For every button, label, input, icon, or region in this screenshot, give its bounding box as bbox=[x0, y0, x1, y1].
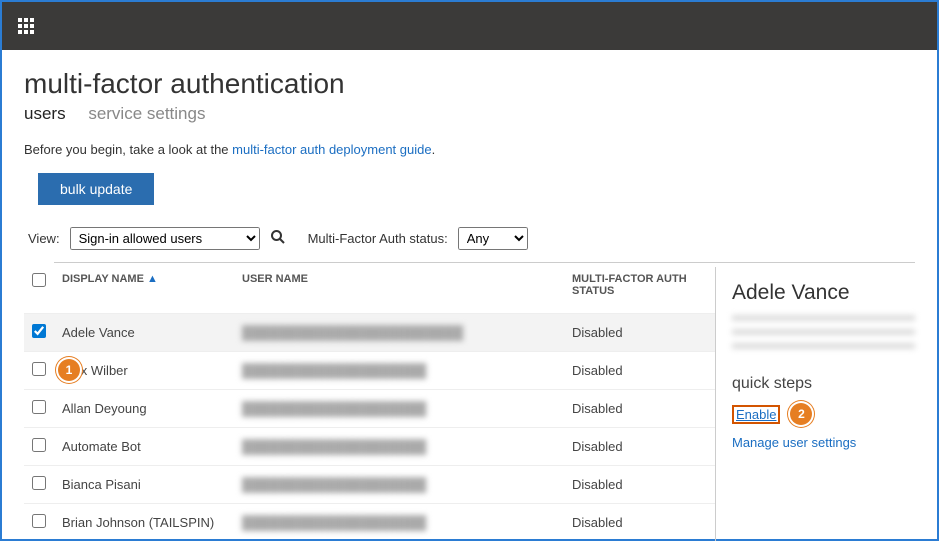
intro-prefix: Before you begin, take a look at the bbox=[24, 142, 232, 157]
callout-1: 1 bbox=[58, 359, 80, 381]
cell-status: Disabled bbox=[564, 466, 715, 504]
cell-status: Disabled bbox=[564, 428, 715, 466]
sort-asc-icon: ▲ bbox=[147, 273, 158, 285]
tab-users[interactable]: users bbox=[24, 104, 66, 123]
callout-2: 2 bbox=[790, 403, 812, 425]
view-select[interactable]: Sign-in allowed users bbox=[70, 227, 260, 250]
search-icon[interactable] bbox=[270, 229, 286, 248]
cell-user-name: ████████████████████ bbox=[234, 390, 564, 428]
cell-user-name: ████████████████████████ bbox=[234, 314, 564, 352]
top-bar bbox=[2, 2, 937, 50]
deployment-guide-link[interactable]: multi-factor auth deployment guide bbox=[232, 142, 431, 157]
table-row[interactable]: Bianca Pisani████████████████████Disable… bbox=[24, 466, 715, 504]
cell-user-name: ████████████████████ bbox=[234, 352, 564, 390]
cell-user-name: ████████████████████ bbox=[234, 428, 564, 466]
cell-user-name: ████████████████████ bbox=[234, 466, 564, 504]
bulk-update-button[interactable]: bulk update bbox=[38, 173, 154, 205]
detail-user-info bbox=[732, 315, 915, 357]
cell-status: Disabled bbox=[564, 314, 715, 352]
row-checkbox[interactable] bbox=[32, 324, 46, 338]
cell-display-name: Adele Vance bbox=[54, 314, 234, 352]
table-row[interactable]: Adele Vance████████████████████████Disab… bbox=[24, 314, 715, 352]
app-launcher-icon[interactable] bbox=[10, 10, 42, 42]
row-checkbox[interactable] bbox=[32, 438, 46, 452]
users-table: DISPLAY NAME ▲ USER NAME MULTI-FACTOR AU… bbox=[24, 263, 715, 541]
detail-user-name: Adele Vance bbox=[732, 281, 915, 305]
cell-status: Disabled bbox=[564, 352, 715, 390]
cell-display-name: Brian Johnson (TAILSPIN) bbox=[54, 504, 234, 541]
tabs: users service settings bbox=[24, 104, 915, 124]
quick-steps-heading: quick steps bbox=[732, 375, 915, 393]
intro-text: Before you begin, take a look at the mul… bbox=[24, 142, 915, 157]
row-checkbox[interactable] bbox=[32, 362, 46, 376]
table-row[interactable]: Allan Deyoung████████████████████Disable… bbox=[24, 390, 715, 428]
intro-suffix: . bbox=[432, 142, 436, 157]
select-all-checkbox[interactable] bbox=[32, 273, 46, 287]
cell-display-name: Automate Bot bbox=[54, 428, 234, 466]
row-checkbox[interactable] bbox=[32, 400, 46, 414]
status-select[interactable]: Any bbox=[458, 227, 528, 250]
table-row[interactable]: Alex Wilber████████████████████Disabled bbox=[24, 352, 715, 390]
cell-display-name: Alex Wilber bbox=[54, 352, 234, 390]
status-label: Multi-Factor Auth status: bbox=[308, 231, 448, 246]
page-title: multi-factor authentication bbox=[24, 68, 915, 100]
row-checkbox[interactable] bbox=[32, 476, 46, 490]
detail-pane: Adele Vance quick steps Enable 2 Manage … bbox=[715, 267, 915, 541]
col-mfa-status[interactable]: MULTI-FACTOR AUTH STATUS bbox=[564, 263, 715, 314]
cell-user-name: ████████████████████ bbox=[234, 504, 564, 541]
col-user-name[interactable]: USER NAME bbox=[234, 263, 564, 314]
cell-display-name: Bianca Pisani bbox=[54, 466, 234, 504]
table-row[interactable]: Automate Bot████████████████████Disabled bbox=[24, 428, 715, 466]
cell-display-name: Allan Deyoung bbox=[54, 390, 234, 428]
tab-service-settings[interactable]: service settings bbox=[88, 104, 205, 123]
cell-status: Disabled bbox=[564, 390, 715, 428]
enable-link[interactable]: Enable bbox=[732, 405, 780, 424]
row-checkbox[interactable] bbox=[32, 514, 46, 528]
cell-status: Disabled bbox=[564, 504, 715, 541]
table-row[interactable]: Brian Johnson (TAILSPIN)████████████████… bbox=[24, 504, 715, 541]
manage-user-settings-link[interactable]: Manage user settings bbox=[732, 435, 856, 450]
filter-bar: View: Sign-in allowed users Multi-Factor… bbox=[24, 227, 915, 250]
view-label: View: bbox=[28, 231, 60, 246]
col-display-name[interactable]: DISPLAY NAME ▲ bbox=[54, 263, 234, 314]
